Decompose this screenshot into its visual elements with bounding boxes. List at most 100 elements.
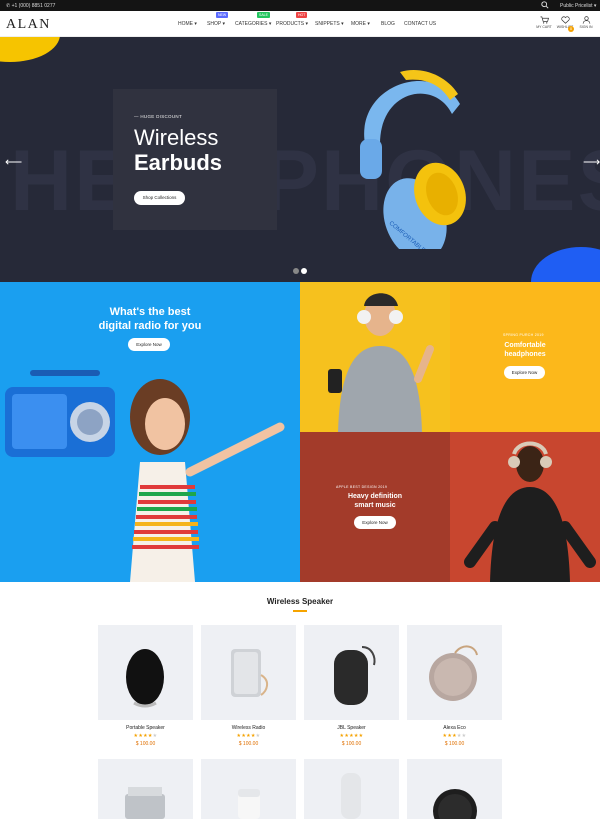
product-name[interactable]: Portable Speaker	[98, 725, 193, 731]
nav-label: CATEGORIES	[235, 21, 268, 27]
top-bar: ✆ +1 (000) 8851 0277 Public Pricelist ▾	[0, 0, 600, 11]
nav-contact-us[interactable]: CONTACT US	[404, 21, 436, 27]
rating-stars: ★★★★★	[133, 733, 158, 739]
nav-shop[interactable]: SHOP ▾	[207, 21, 225, 27]
user-icon	[582, 16, 590, 24]
product-price: $ 100.00	[135, 741, 156, 747]
promo-smart-music-title-line1: Heavy definition	[347, 493, 403, 500]
product-card[interactable]	[304, 759, 399, 819]
product-image[interactable]	[201, 759, 296, 819]
product-image[interactable]	[98, 759, 193, 819]
prev-arrow-icon[interactable]: ⟵	[5, 155, 22, 169]
slider-dot-1[interactable]	[293, 268, 299, 274]
sign-in-label: SIGN IN	[579, 25, 593, 29]
product-card[interactable]: Portable Speaker ★★★★★ $ 100.00	[98, 625, 193, 747]
nav-label: MORE	[351, 21, 366, 27]
wishlist-count: 0	[568, 26, 574, 32]
rating-stars: ★★★★★	[339, 733, 364, 739]
product-card[interactable]: Alexa Eco ★★★★★ $ 100.00	[407, 625, 502, 747]
new-badge: NEW	[216, 12, 229, 18]
product-name[interactable]: Alexa Eco	[407, 725, 502, 731]
section-title: Wireless Speaker	[266, 597, 334, 606]
logo[interactable]: ALAN	[6, 17, 51, 33]
product-name[interactable]: JBL Speaker	[304, 725, 399, 731]
product-image[interactable]	[407, 759, 502, 824]
product-card[interactable]	[201, 759, 296, 819]
promo-radio-title-line2: digital radio for you	[98, 320, 202, 332]
rating-stars: ★★★★★	[236, 733, 261, 739]
product-image[interactable]	[98, 625, 193, 720]
chevron-down-icon: ▾	[305, 21, 308, 27]
chevron-down-icon: ▾	[341, 21, 344, 27]
promo-smart-music-explore-button[interactable]: Explore Now	[354, 516, 396, 529]
slider-dot-2[interactable]	[301, 268, 307, 274]
product-image[interactable]	[201, 625, 296, 720]
promo-headphones-kicker: SPRING PURCH 2019	[503, 333, 544, 337]
product-price: $ 100.00	[444, 741, 465, 747]
search-icon[interactable]	[541, 1, 549, 9]
nav-label: SNIPPETS	[315, 21, 340, 27]
nav-snippets[interactable]: SNIPPETS ▾	[315, 21, 344, 27]
next-arrow-icon[interactable]: ⟶	[583, 155, 600, 169]
hero-title-line2: Earbuds	[134, 150, 223, 175]
product-price: $ 100.00	[238, 741, 259, 747]
promo-headphones-title-line2: headphones	[504, 351, 546, 358]
nav-products[interactable]: PRODUCTS ▾	[276, 21, 308, 27]
promo-radio: What's the best digital radio for you Ex…	[0, 282, 300, 582]
promo-headphones-title: Comfortable headphones	[480, 341, 570, 359]
promo-radio-title-line1: What's the best	[109, 306, 191, 318]
phone-text[interactable]: +1 (000) 8851 0277	[12, 3, 56, 9]
product-price: $ 100.00	[341, 741, 362, 747]
section-title-underline	[293, 610, 307, 612]
nav-categories[interactable]: CATEGORIES ▾	[235, 21, 271, 27]
hero-background-text: HEADPHONES	[10, 133, 600, 229]
hero-slider: HEADPHONES — HUGE DISCOUNT Wireless Earb…	[0, 37, 600, 282]
header: ALAN HOME ▾ SHOP ▾ NEW CATEGORIES ▾ SALE…	[0, 11, 600, 37]
phone-number[interactable]: ✆ +1 (000) 8851 0277	[6, 3, 55, 9]
shop-collections-button[interactable]: Shop Collections	[134, 191, 185, 205]
product-card[interactable]: Wireless Radio ★★★★★ $ 100.00	[201, 625, 296, 747]
product-card[interactable]: JBL Speaker ★★★★★ $ 100.00	[304, 625, 399, 747]
hero-kicker: — HUGE DISCOUNT	[134, 114, 183, 119]
pricelist-label: Public Pricelist	[560, 3, 593, 9]
promo-headphones-title-line1: Comfortable	[504, 342, 546, 349]
chevron-down-icon: ▾	[268, 21, 272, 27]
sale-badge: SALE	[257, 12, 270, 18]
promo-smart-music: APPLE BEST DESIGN 2019 Heavy definition …	[300, 432, 600, 582]
man-dancing-image	[464, 441, 596, 582]
decor-blob-yellow	[0, 37, 60, 62]
sign-in-button[interactable]: SIGN IN	[576, 16, 596, 29]
promo-radio-explore-button[interactable]: Explore Now	[128, 338, 170, 351]
my-cart-button[interactable]: MY CART	[534, 16, 554, 29]
heart-icon	[560, 16, 570, 24]
product-image[interactable]	[407, 625, 502, 720]
promo-smart-music-title-line2: smart music	[354, 502, 396, 509]
product-card[interactable]	[98, 759, 193, 819]
my-cart-label: MY CART	[536, 25, 552, 29]
pricelist-dropdown[interactable]: Public Pricelist ▾	[560, 3, 596, 9]
hot-badge: HOT	[296, 12, 308, 18]
promo-smart-music-title: Heavy definition smart music	[330, 492, 420, 510]
headphones-image: COMFORTABLE	[360, 70, 466, 249]
product-image[interactable]	[304, 625, 399, 720]
chevron-down-icon: ▾	[222, 21, 225, 27]
nav-label: PRODUCTS	[276, 21, 305, 27]
chevron-down-icon: ▾	[367, 21, 370, 27]
product-card[interactable]	[407, 759, 502, 824]
nav-label: HOME	[178, 21, 193, 27]
promo-smart-music-kicker: APPLE BEST DESIGN 2019	[336, 485, 388, 489]
decor-blob-blue	[531, 247, 600, 282]
promo-headphones: SPRING PURCH 2019 Comfortable headphones…	[300, 282, 600, 432]
product-name[interactable]: Wireless Radio	[201, 725, 296, 731]
man-with-headphones-image	[328, 293, 434, 432]
nav-home[interactable]: HOME ▾	[178, 21, 197, 27]
product-image[interactable]	[304, 759, 399, 819]
promo-radio-title: What's the best digital radio for you	[0, 305, 300, 333]
cart-icon	[540, 16, 549, 24]
nav-more[interactable]: MORE ▾	[351, 21, 370, 27]
chevron-down-icon: ▾	[593, 3, 597, 9]
hero-title-line1: Wireless	[134, 125, 219, 150]
promo-headphones-explore-button[interactable]: Explore Now	[504, 366, 545, 379]
nav-blog[interactable]: BLOG	[381, 21, 395, 27]
nav-label: SHOP	[207, 21, 222, 27]
